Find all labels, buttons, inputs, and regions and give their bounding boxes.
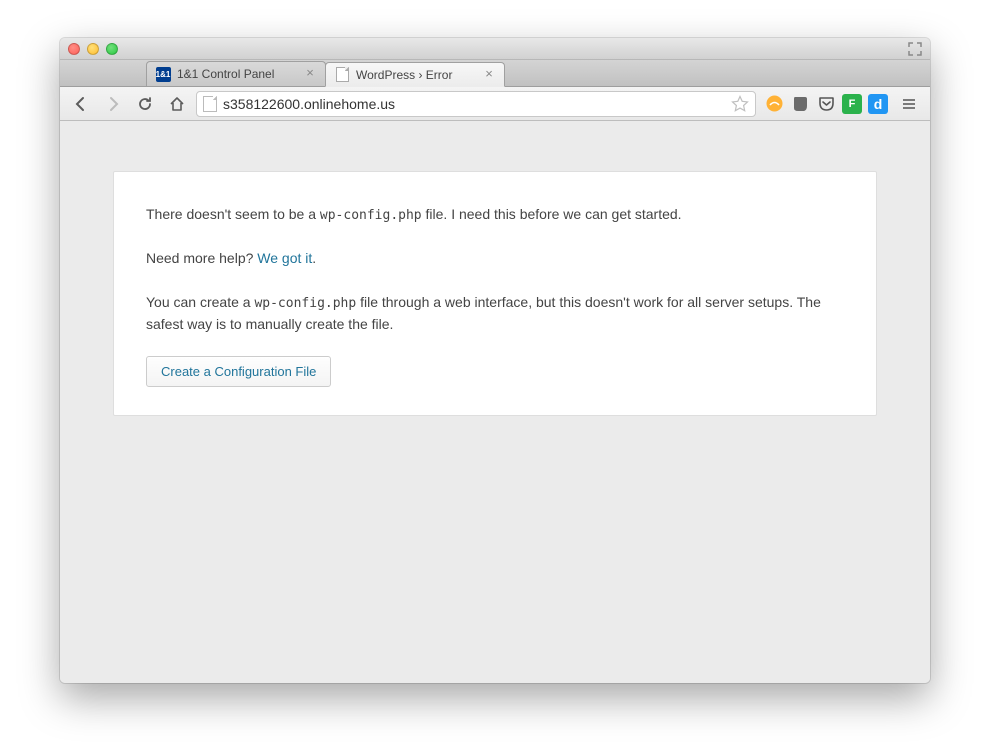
window-maximize-button[interactable] <box>106 43 118 55</box>
text-segment: Need more help? <box>146 250 257 266</box>
text-segment: You can create a <box>146 294 254 310</box>
pocket-extension-icon[interactable] <box>816 94 836 114</box>
tab-title: 1&1 Control Panel <box>177 67 297 81</box>
chrome-menu-button[interactable] <box>896 91 922 117</box>
tab-strip: 1&1 1&1 Control Panel × WordPress › Erro… <box>60 60 930 87</box>
diigo-extension-icon[interactable]: d <box>868 94 888 114</box>
bookmark-star-icon[interactable] <box>731 95 749 113</box>
text-segment: file. I need this before we can get star… <box>422 206 682 222</box>
error-message-missing-config: There doesn't seem to be a wp-config.php… <box>146 204 844 226</box>
create-config-button[interactable]: Create a Configuration File <box>146 356 331 387</box>
url-input[interactable] <box>223 96 725 112</box>
browser-toolbar: F d <box>60 87 930 121</box>
extension-icons: F d <box>762 94 890 114</box>
help-link[interactable]: We got it <box>257 250 312 266</box>
fullscreen-icon[interactable] <box>908 42 922 56</box>
address-bar[interactable] <box>196 91 756 117</box>
wordpress-error-card: There doesn't seem to be a wp-config.php… <box>113 171 877 416</box>
favicon-page-icon <box>334 67 350 83</box>
instructions-text: You can create a wp-config.php file thro… <box>146 292 844 336</box>
close-tab-icon[interactable]: × <box>482 68 496 82</box>
text-segment: There doesn't seem to be a <box>146 206 320 222</box>
hover-extension-icon[interactable] <box>764 94 784 114</box>
code-filename: wp-config.php <box>254 296 356 311</box>
home-button[interactable] <box>164 91 190 117</box>
text-segment: . <box>312 250 316 266</box>
tab-title: WordPress › Error <box>356 68 476 82</box>
reload-button[interactable] <box>132 91 158 117</box>
feedly-extension-icon[interactable]: F <box>842 94 862 114</box>
window-close-button[interactable] <box>68 43 80 55</box>
browser-window: 1&1 1&1 Control Panel × WordPress › Erro… <box>60 38 930 683</box>
window-minimize-button[interactable] <box>87 43 99 55</box>
tab-1and1-control-panel[interactable]: 1&1 1&1 Control Panel × <box>146 61 326 86</box>
back-button[interactable] <box>68 91 94 117</box>
close-tab-icon[interactable]: × <box>303 67 317 81</box>
code-filename: wp-config.php <box>320 208 422 223</box>
forward-button[interactable] <box>100 91 126 117</box>
site-page-icon <box>203 96 217 112</box>
help-prompt: Need more help? We got it. <box>146 248 844 270</box>
page-viewport[interactable]: There doesn't seem to be a wp-config.php… <box>60 121 930 683</box>
evernote-extension-icon[interactable] <box>790 94 810 114</box>
tab-wordpress-error[interactable]: WordPress › Error × <box>325 62 505 87</box>
window-titlebar <box>60 38 930 60</box>
favicon-1and1-icon: 1&1 <box>155 66 171 82</box>
